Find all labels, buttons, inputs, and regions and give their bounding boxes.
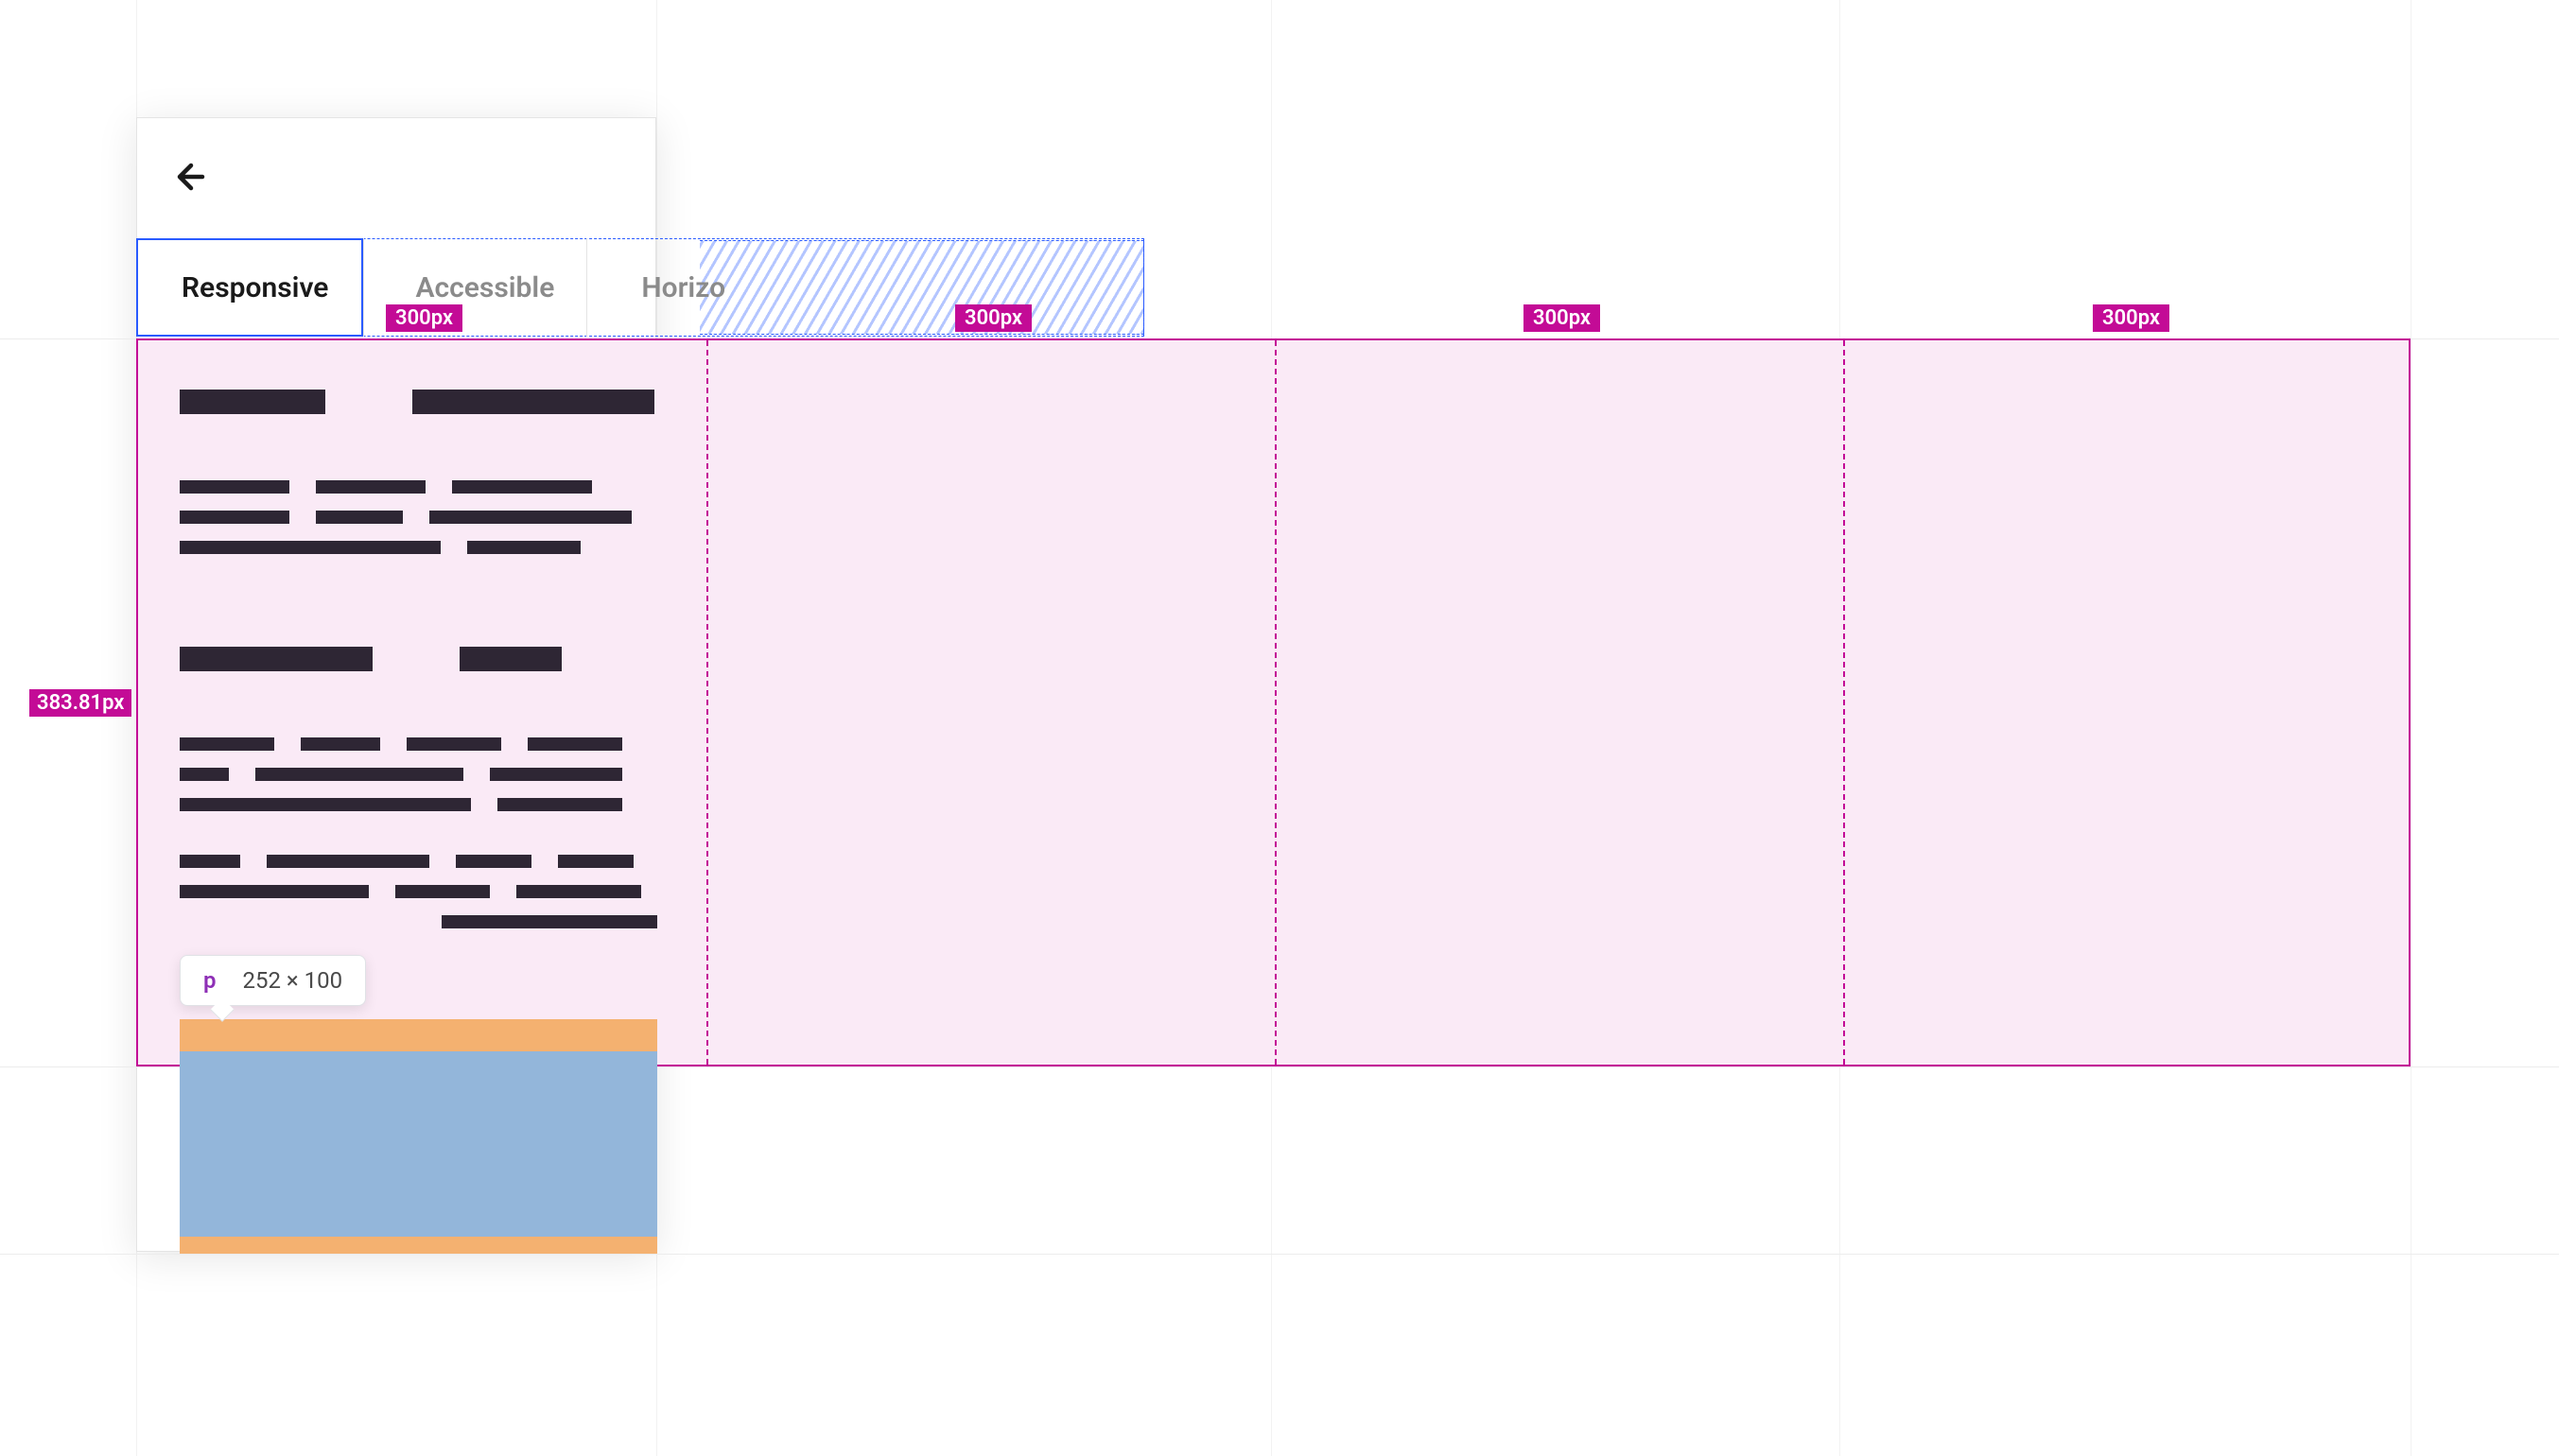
tab-divider xyxy=(363,238,364,337)
boxmodel-margin-bottom xyxy=(180,1237,657,1254)
boxmodel-margin-top xyxy=(180,1019,657,1051)
boxmodel-content xyxy=(180,1051,657,1237)
arrow-left-icon[interactable] xyxy=(171,160,205,198)
tab-horizontal[interactable]: Horizo xyxy=(641,271,725,304)
device-topbar xyxy=(137,118,655,239)
grid-column-width-badge: 300px xyxy=(2093,304,2169,332)
grid-column-width-badge: 300px xyxy=(1523,304,1600,332)
tabrow-overflow-hatch xyxy=(700,240,1144,335)
grid-column-width-badge: 300px xyxy=(386,304,462,332)
tooltip-tag: p xyxy=(203,967,217,994)
tab-responsive[interactable]: Responsive xyxy=(182,271,328,304)
grid-height-badge: 383.81px xyxy=(29,689,131,717)
tab-accessible[interactable]: Accessible xyxy=(415,271,554,304)
grid-column-divider xyxy=(1275,340,1277,1065)
tab-divider xyxy=(586,238,587,337)
grid-column-width-badge: 300px xyxy=(955,304,1032,332)
element-tooltip: p 252 × 100 xyxy=(180,955,366,1006)
canvas-grid-h xyxy=(0,1254,2559,1255)
grid-column-divider xyxy=(706,340,708,1065)
tooltip-dimensions: 252 × 100 xyxy=(243,967,343,994)
placeholder-content xyxy=(180,390,657,945)
grid-column-divider xyxy=(1843,340,1845,1065)
